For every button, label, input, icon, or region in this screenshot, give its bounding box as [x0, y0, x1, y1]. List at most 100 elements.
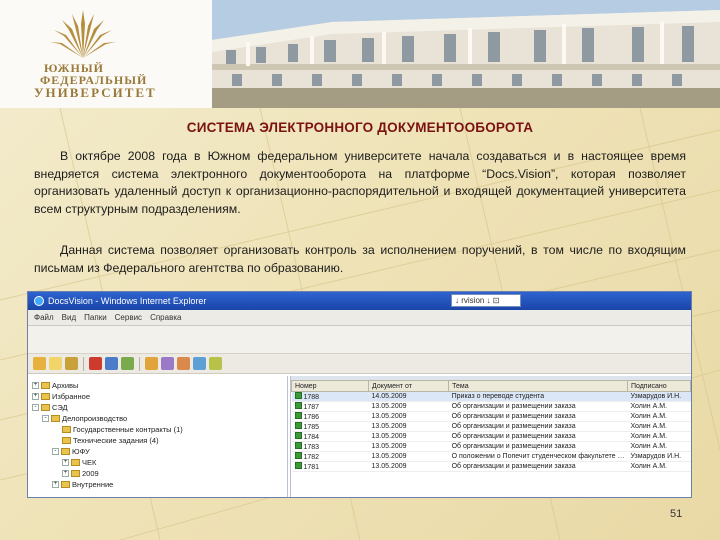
tree-item-sed[interactable]: - СЭД — [32, 402, 68, 413]
document-icon — [294, 392, 302, 399]
folder-icon — [62, 426, 71, 433]
cell-topic: Об организации и размещении заказа — [448, 461, 628, 472]
column-header-signed[interactable]: Подписано — [626, 380, 691, 392]
expand-toggle[interactable]: + — [62, 470, 69, 477]
document-icon — [294, 432, 302, 439]
table-row[interactable]: 1787 13.05.2009 Об организации и размещени… — [291, 401, 691, 412]
cell-signed: Холин А.М. — [627, 441, 691, 452]
cell-topic: Об организации и размещении заказа — [448, 441, 628, 452]
cell-signed: Узмарудов И.Н. — [627, 451, 691, 462]
cell-number: 1786 — [291, 411, 369, 422]
tree-item-archives[interactable]: + Архивы — [32, 380, 78, 391]
expand-toggle[interactable]: - — [52, 448, 59, 455]
folder-icon — [62, 437, 71, 444]
expand-toggle[interactable]: + — [32, 393, 39, 400]
folder-icon — [61, 481, 70, 488]
search-icon[interactable] — [145, 357, 158, 370]
cell-number-text: 1783 — [303, 444, 320, 451]
tree-item-records[interactable]: - Делопроизводство — [42, 413, 127, 424]
cell-date: 14.05.2009 — [368, 391, 449, 402]
paragraph-control: Данная система позволяет организовать ко… — [34, 242, 686, 277]
open-folder-icon[interactable] — [49, 357, 62, 370]
docsvision-screenshot-window: DocsVision - Windows Internet Explorer ↓… — [27, 291, 692, 498]
column-header-topic[interactable]: Тема — [448, 380, 628, 392]
cell-date: 13.05.2009 — [368, 421, 449, 432]
cell-topic: Об организации и размещении заказа — [448, 401, 628, 412]
document-icon — [294, 422, 302, 429]
tree-item-tech-specs[interactable]: Технические задания (4) — [62, 435, 159, 446]
new-document-icon[interactable] — [33, 357, 46, 370]
filter-icon[interactable] — [193, 357, 206, 370]
tree-item-contracts[interactable]: Государственные контракты (1) — [62, 424, 183, 435]
table-row[interactable]: 1788 14.05.2009 Приказ о переводе студента… — [291, 391, 691, 402]
menu-bar: Файл Вид Папки Сервис Справка — [28, 310, 691, 326]
table-row[interactable]: 1784 13.05.2009 Об организации и размещени… — [291, 431, 691, 442]
tree-item-label: Избранное — [52, 392, 91, 401]
toolbar — [28, 354, 691, 374]
cell-topic: Об организации и размещении заказа — [448, 411, 628, 422]
paragraph-control-text: Данная система позволяет организовать ко… — [34, 243, 686, 275]
expand-toggle[interactable]: - — [42, 415, 49, 422]
cell-topic: Об организации и размещении заказа — [448, 431, 628, 442]
tree-item-chek[interactable]: + ЧЕК — [62, 457, 96, 468]
tree-item-label: Государственные контракты (1) — [73, 425, 183, 434]
cell-number-text: 1788 — [303, 394, 320, 401]
expand-toggle[interactable]: + — [52, 481, 59, 488]
tree-item-label: 2009 — [82, 469, 99, 478]
cell-number: 1787 — [291, 401, 369, 412]
tree-item-2009[interactable]: +2009 — [62, 468, 99, 479]
folder-icon — [41, 404, 50, 411]
tree-item-label: ЧЕК — [82, 458, 97, 467]
toolbar-band — [28, 326, 691, 354]
menu-item-help[interactable]: Справка — [150, 313, 181, 322]
tree-item-label: СЭД — [52, 403, 68, 412]
tree-item-favorites[interactable]: + Избранное — [32, 391, 90, 402]
expand-toggle[interactable]: + — [32, 382, 39, 389]
cell-number-text: 1782 — [303, 454, 320, 461]
cell-signed: Холин А.М. — [627, 401, 691, 412]
slide-title: СИСТЕМА ЭЛЕКТРОННОГО ДОКУМЕНТООБОРОТА — [186, 120, 534, 135]
cell-number-text: 1785 — [303, 424, 320, 431]
document-icon — [294, 442, 302, 449]
menu-item-service[interactable]: Сервис — [115, 313, 142, 322]
cell-signed: Узмарудов И.Н. — [627, 391, 691, 402]
document-icon — [294, 402, 302, 409]
column-header-number[interactable]: Номер — [291, 380, 369, 392]
table-row[interactable]: 1785 13.05.2009 Об организации и размещени… — [291, 421, 691, 432]
paragraph-intro-text: В октябре 2008 года в Южном федеральном … — [34, 149, 686, 216]
print-icon[interactable] — [161, 357, 174, 370]
cell-topic: Об организации и размещении заказа — [448, 421, 628, 432]
cell-number: 1781 — [291, 461, 369, 472]
folder-icon — [41, 382, 50, 389]
address-box[interactable]: ↓ rvision ↓ ⊡ — [451, 294, 521, 307]
expand-toggle[interactable]: + — [62, 459, 69, 466]
expand-toggle[interactable]: - — [32, 404, 39, 411]
export-icon[interactable] — [177, 357, 190, 370]
cell-date: 13.05.2009 — [368, 441, 449, 452]
cell-date: 13.05.2009 — [368, 461, 449, 472]
table-row[interactable]: 1783 13.05.2009 Об организации и размещени… — [291, 441, 691, 452]
properties-icon[interactable] — [105, 357, 118, 370]
tree-item-sfu[interactable]: - ЮФУ — [52, 446, 90, 457]
cell-date: 13.05.2009 — [368, 411, 449, 422]
cell-number: 1782 — [291, 451, 369, 462]
tree-item-internal[interactable]: + Внутренние — [52, 479, 113, 490]
table-row[interactable]: 1786 13.05.2009 Об организации и размещени… — [291, 411, 691, 422]
refresh-icon[interactable] — [121, 357, 134, 370]
sunburst-emblem-icon — [50, 10, 116, 58]
cell-number: 1784 — [291, 431, 369, 442]
folder-up-icon[interactable] — [65, 357, 78, 370]
delete-icon[interactable] — [89, 357, 102, 370]
table-row[interactable]: 1782 13.05.2009 О положении о Попечит студ… — [291, 451, 691, 462]
menu-item-view[interactable]: Вид — [62, 313, 76, 322]
settings-icon[interactable] — [209, 357, 222, 370]
menu-item-file[interactable]: Файл — [34, 313, 54, 322]
column-header-date[interactable]: Документ от — [367, 380, 450, 392]
menu-item-folders[interactable]: Папки — [84, 313, 107, 322]
cell-number-text: 1784 — [303, 434, 320, 441]
paragraph-intro: В октябре 2008 года в Южном федеральном … — [34, 148, 686, 218]
university-logo: ЮЖНЫЙ ФЕДЕРАЛЬНЫЙ УНИВЕРСИТЕТ — [30, 6, 200, 102]
documents-table: Номер Документ от Тема Подписано 1788 14.… — [291, 380, 691, 472]
header-banner: ЮЖНЫЙ ФЕДЕРАЛЬНЫЙ УНИВЕРСИТЕТ — [0, 0, 720, 108]
table-row[interactable]: 1781 13.05.2009 Об организации и размещени… — [291, 461, 691, 472]
